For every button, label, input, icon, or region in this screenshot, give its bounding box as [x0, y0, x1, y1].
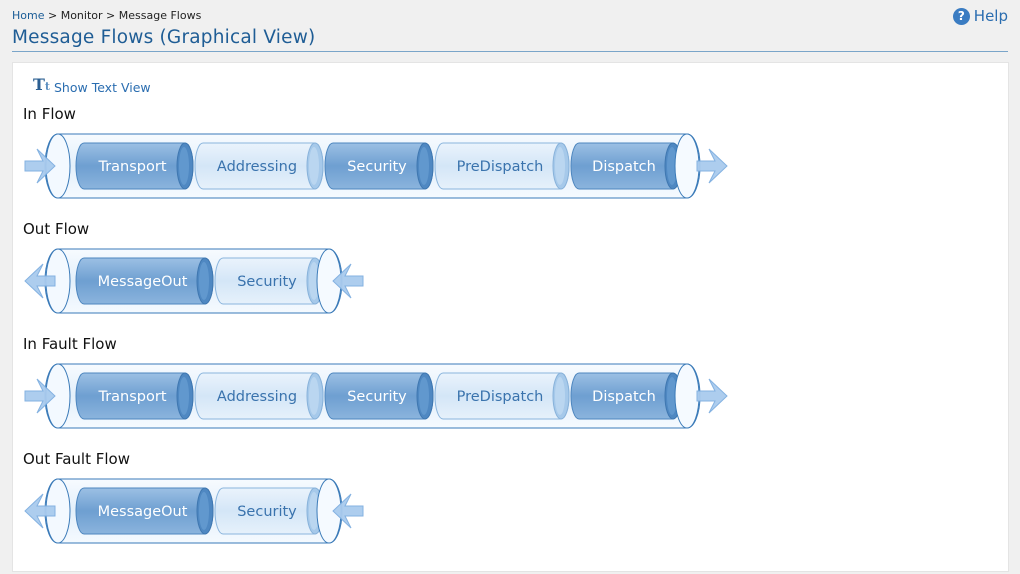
phase-security[interactable]: Security — [324, 142, 434, 190]
in-fault-flow-diagram: Transport Addressing Security PreDispatch Di… — [24, 363, 728, 429]
phase-label: Dispatch — [592, 389, 656, 405]
breadcrumb-separator: > — [44, 9, 61, 22]
breadcrumb: Home > Monitor > Message Flows — [12, 9, 201, 22]
breadcrumb-current: Message Flows — [118, 9, 202, 22]
phase-label: Addressing — [217, 389, 297, 405]
phase-label: Transport — [97, 159, 166, 175]
phase-security[interactable]: Security — [324, 372, 434, 420]
phase-dispatch[interactable]: Dispatch — [570, 372, 682, 420]
phase-predispatch[interactable]: PreDispatch — [434, 142, 570, 190]
in-flow-title: In Flow — [23, 105, 76, 123]
phase-label: Security — [347, 389, 407, 405]
arrow-right-icon — [696, 378, 728, 414]
in-flow-diagram: Transport Addressing Security PreDispatch Di… — [24, 133, 728, 199]
phase-label: Security — [347, 159, 407, 175]
phase-messageout[interactable]: MessageOut — [75, 257, 214, 305]
phase-label: MessageOut — [98, 504, 188, 520]
page-title: Message Flows (Graphical View) — [12, 27, 316, 48]
phase-label: MessageOut — [98, 274, 188, 290]
in-flow-pipe-end — [674, 133, 700, 199]
arrow-right-icon — [696, 148, 728, 184]
phase-security[interactable]: Security — [214, 257, 324, 305]
phase-label: PreDispatch — [457, 389, 544, 405]
flows-panel: Tt Show Text View In Flow Transport Addres… — [12, 62, 1009, 572]
phase-transport[interactable]: Transport — [75, 142, 194, 190]
help-link[interactable]: ? Help — [952, 7, 1008, 25]
phase-dispatch[interactable]: Dispatch — [570, 142, 682, 190]
show-text-view-label: Show Text View — [54, 80, 151, 95]
title-divider — [12, 51, 1008, 52]
help-label: Help — [973, 7, 1008, 25]
breadcrumb-separator: > — [102, 9, 119, 22]
question-circle-icon: ? — [952, 7, 970, 25]
text-view-icon: Tt — [33, 77, 50, 95]
phase-label: PreDispatch — [457, 159, 544, 175]
breadcrumb-monitor: Monitor — [60, 9, 103, 22]
phase-transport[interactable]: Transport — [75, 372, 194, 420]
out-fault-flow-diagram: MessageOut Security — [24, 478, 364, 544]
out-flow-title: Out Flow — [23, 220, 90, 238]
phase-label: Transport — [97, 389, 166, 405]
breadcrumb-home-link[interactable]: Home — [12, 9, 44, 22]
phase-label: Security — [237, 504, 297, 520]
out-fault-flow-title: Out Fault Flow — [23, 450, 130, 468]
phase-label: Addressing — [217, 159, 297, 175]
in-fault-flow-title: In Fault Flow — [23, 335, 117, 353]
phase-label: Security — [237, 274, 297, 290]
in-fault-flow-pipe-end — [674, 363, 700, 429]
phase-security[interactable]: Security — [214, 487, 324, 535]
phase-messageout[interactable]: MessageOut — [75, 487, 214, 535]
text-view-icon-glyph: T — [33, 75, 45, 94]
phase-addressing[interactable]: Addressing — [194, 142, 324, 190]
text-view-icon-glyph-small: t — [44, 80, 50, 93]
show-text-view-link[interactable]: Tt Show Text View — [33, 77, 151, 96]
phase-label: Dispatch — [592, 159, 656, 175]
phase-predispatch[interactable]: PreDispatch — [434, 372, 570, 420]
out-flow-diagram: MessageOut Security — [24, 248, 364, 314]
phase-addressing[interactable]: Addressing — [194, 372, 324, 420]
